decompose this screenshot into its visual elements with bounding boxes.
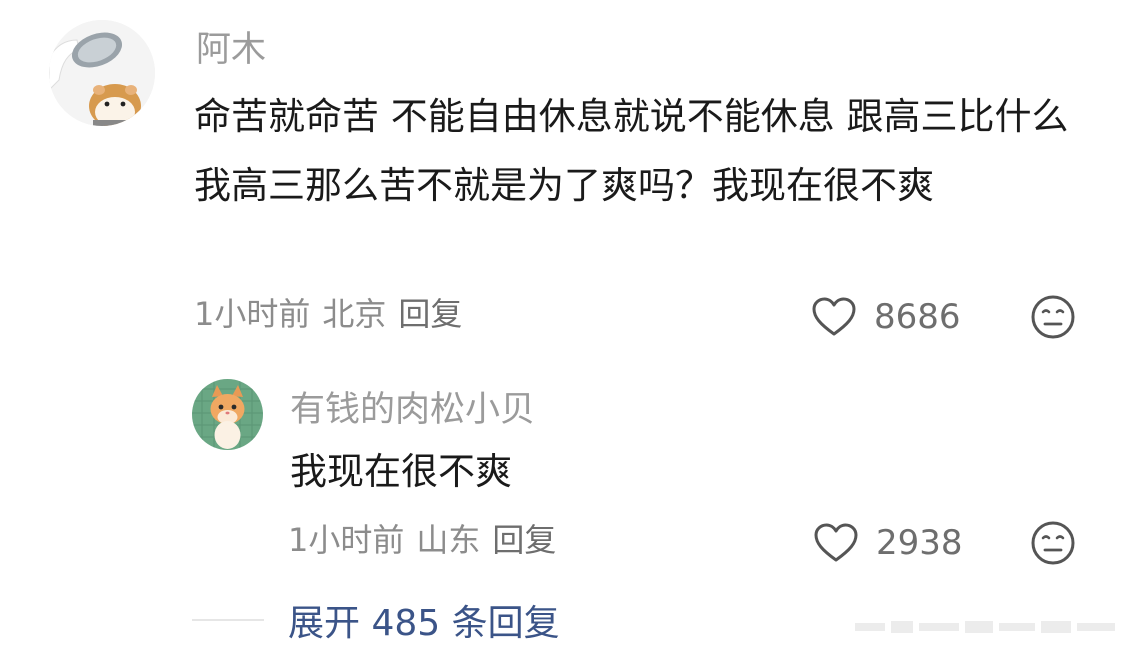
reply-meta: 1小时前 山东 回复	[288, 520, 568, 560]
reply-text: 我现在很不爽	[290, 450, 512, 493]
comment-meta: 1小时前 北京 回复	[194, 294, 474, 334]
reply-avatar[interactable]	[192, 379, 263, 450]
expand-replies-link[interactable]: 展开 485 条回复	[192, 594, 560, 646]
expressionless-face-icon	[1031, 521, 1075, 565]
heart-outline-icon	[812, 297, 856, 336]
comment-like-count: 8686	[874, 297, 961, 337]
reply-author[interactable]: 有钱的肉松小贝	[290, 388, 535, 432]
comment-avatar[interactable]	[49, 20, 155, 126]
divider	[192, 619, 264, 621]
heart-outline-icon	[814, 523, 858, 562]
reply-react-button[interactable]	[1030, 520, 1076, 566]
reply-reply-button[interactable]: 回复	[492, 521, 556, 559]
expressionless-face-icon	[1031, 295, 1075, 339]
comment-author[interactable]: 阿木	[196, 28, 266, 72]
comment-reply-button[interactable]: 回复	[398, 295, 462, 333]
reply-like-button[interactable]: 2938	[812, 522, 963, 564]
watermark	[855, 619, 1115, 639]
reply-location: 山东	[416, 521, 481, 559]
comment-time: 1小时前	[194, 295, 311, 333]
reply-time: 1小时前	[288, 521, 405, 559]
expand-replies-label: 展开 485 条回复	[288, 603, 560, 644]
hamster-avatar-icon	[49, 20, 155, 126]
comment-like-button[interactable]: 8686	[810, 296, 961, 338]
comment-location: 北京	[322, 295, 387, 333]
kitten-avatar-icon	[192, 379, 263, 450]
reply-like-count: 2938	[876, 523, 963, 563]
comment-text: 命苦就命苦 不能自由休息就说不能休息 跟高三比什么 我高三那么苦不就是为了爽吗？…	[194, 95, 1069, 207]
comment-react-button[interactable]	[1030, 294, 1076, 340]
